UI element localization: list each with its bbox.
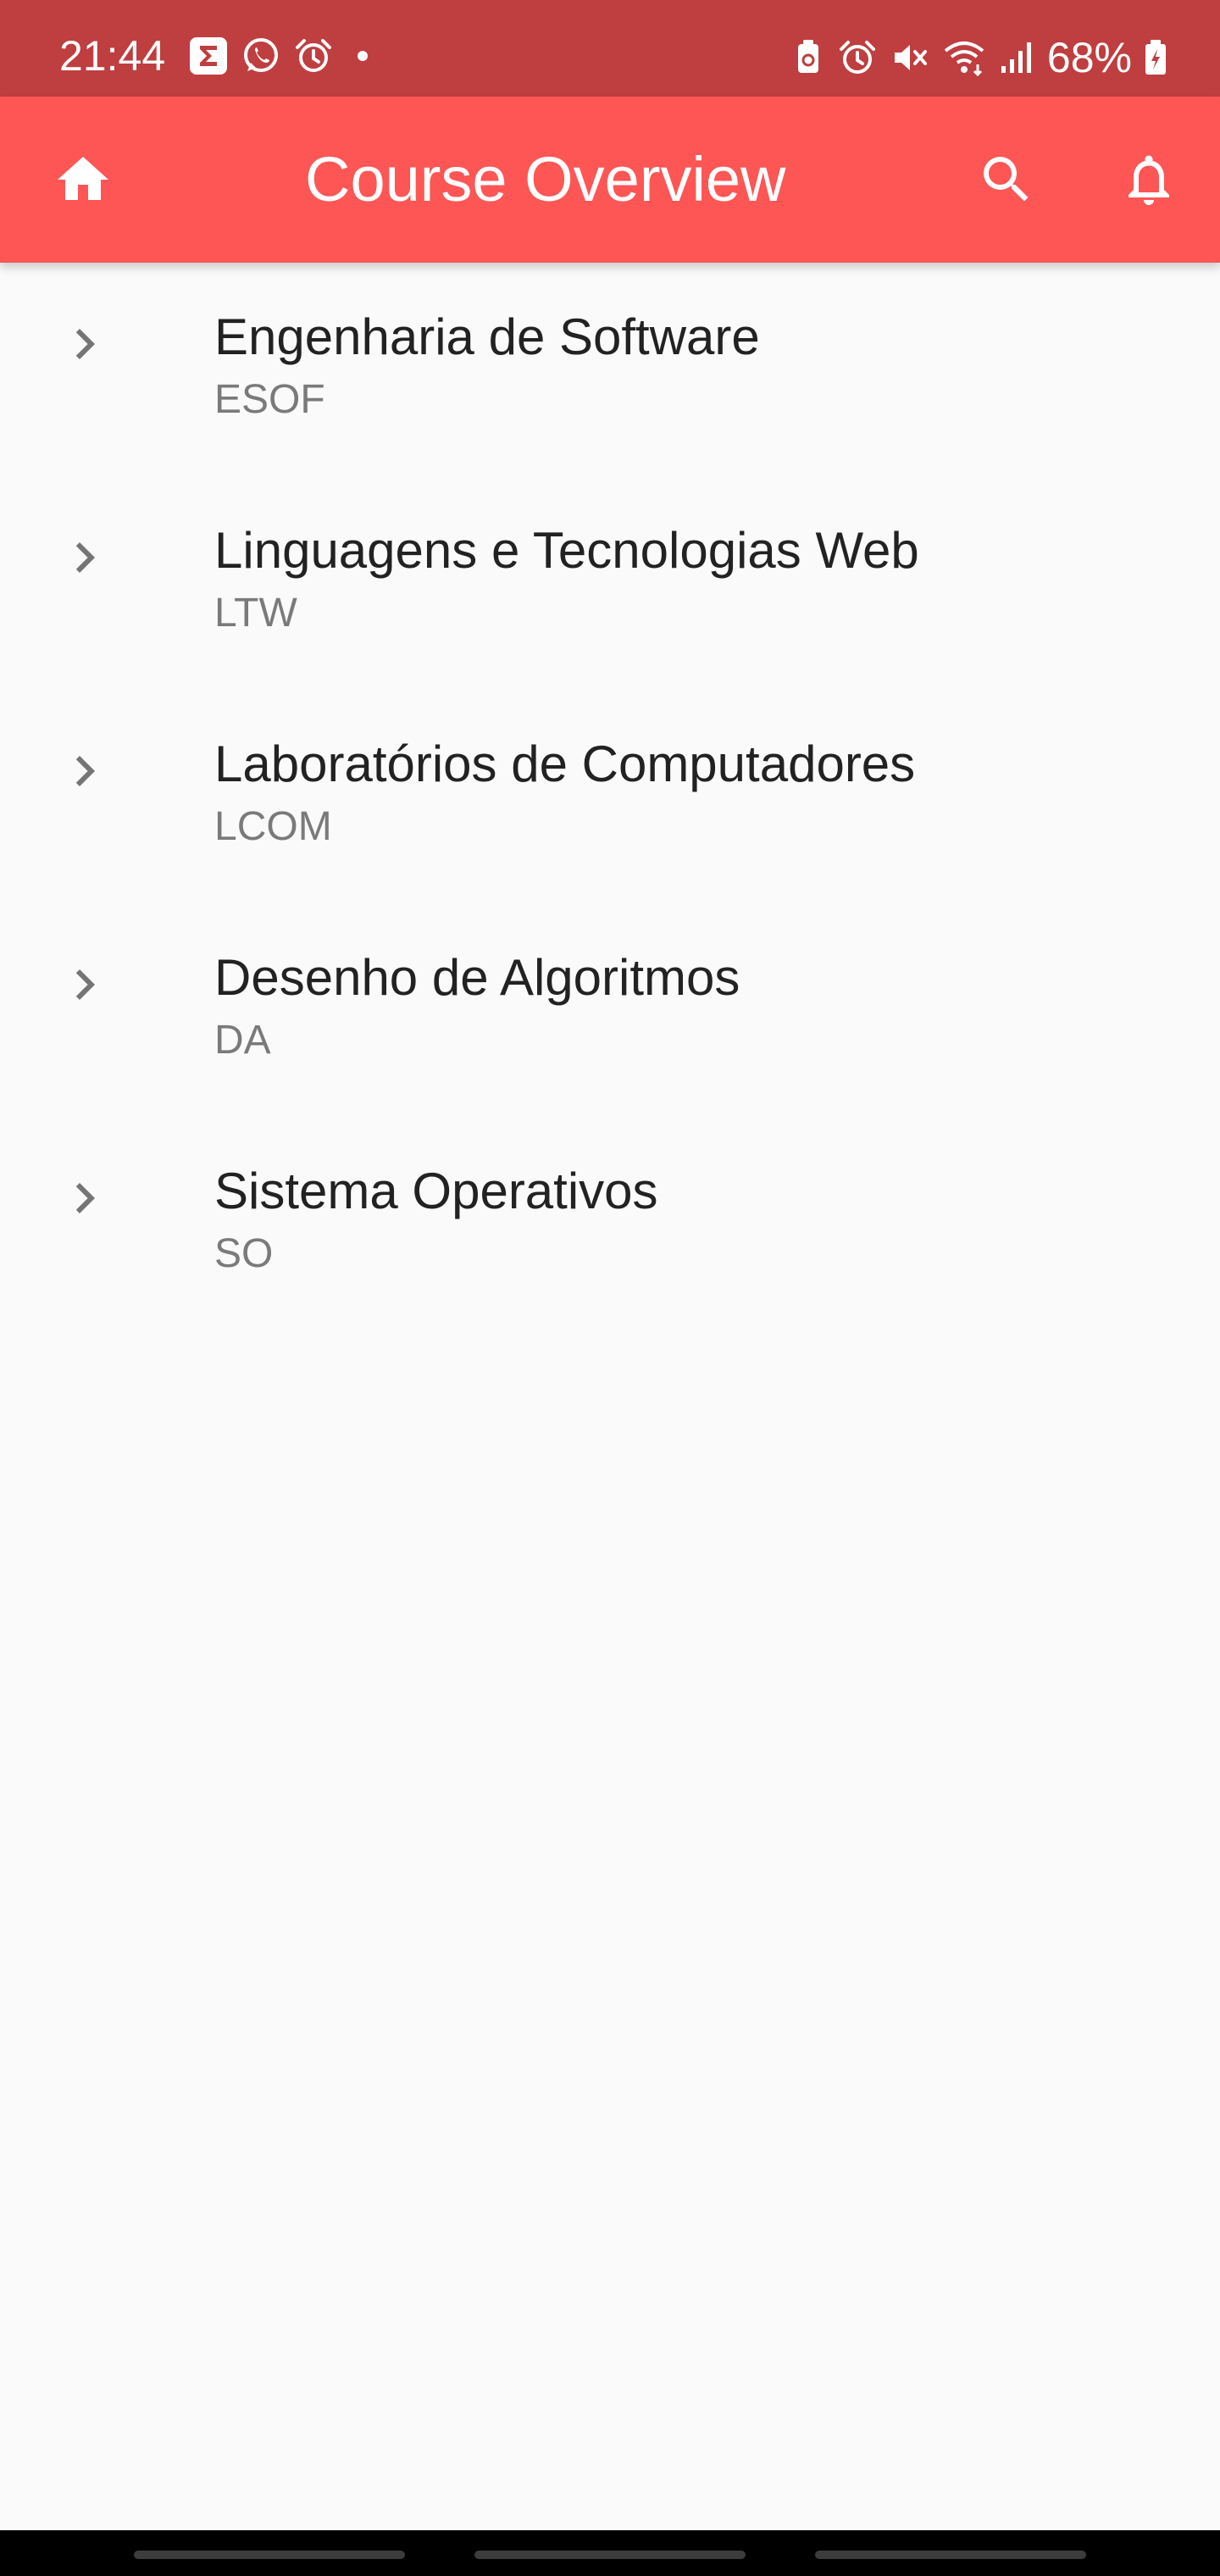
battery-charging-icon [1145, 40, 1166, 75]
dot-icon [358, 51, 368, 61]
course-item-ltw[interactable]: Linguagens e Tecnologias Web LTW [0, 476, 1220, 690]
course-name: Linguagens e Tecnologias Web [214, 522, 919, 579]
nav-home-handle[interactable] [474, 2551, 746, 2559]
course-name: Laboratórios de Computadores [214, 736, 916, 792]
nav-recents-handle[interactable] [134, 2551, 405, 2559]
chevron-right-icon[interactable] [54, 527, 115, 588]
course-name: Engenharia de Software [214, 308, 760, 365]
chevron-right-icon[interactable] [54, 1168, 115, 1229]
home-button[interactable] [42, 139, 124, 220]
alarm-icon [296, 39, 331, 72]
search-icon [984, 157, 1029, 202]
nav-back-handle[interactable] [815, 2551, 1086, 2559]
battery-saver-icon [797, 40, 818, 73]
status-time: 21:44 [59, 32, 166, 80]
signal-icon [1001, 42, 1031, 73]
status-right-icons: 68% [791, 32, 1167, 83]
course-code: LTW [214, 591, 297, 636]
course-name: Desenho de Algoritmos [214, 949, 740, 1006]
mute-icon [894, 45, 927, 70]
chevron-right-icon[interactable] [54, 741, 115, 802]
course-item-so[interactable]: Sistema Operativos SO [0, 1117, 1220, 1330]
search-button[interactable] [966, 139, 1047, 220]
home-icon [58, 157, 108, 200]
course-code: SO [214, 1231, 274, 1276]
course-list: Engenharia de Software ESOF Linguagens e… [0, 263, 1220, 1330]
app-bar: Course Overview [0, 97, 1220, 263]
sigma-app-icon [190, 37, 227, 75]
course-code: ESOF [214, 377, 325, 422]
course-item-da[interactable]: Desenho de Algoritmos DA [0, 903, 1220, 1117]
chevron-right-icon[interactable] [54, 954, 115, 1015]
alarm-icon [839, 41, 875, 74]
course-name: Sistema Operativos [214, 1163, 658, 1219]
course-item-esof[interactable]: Engenharia de Software ESOF [0, 263, 1220, 476]
system-navigation-bar [0, 2530, 1220, 2576]
course-code: DA [214, 1018, 271, 1063]
course-item-lcom[interactable]: Laboratórios de Computadores LCOM [0, 690, 1220, 903]
notifications-button[interactable] [1108, 139, 1190, 220]
wifi-icon [944, 42, 984, 77]
status-bar: 21:44 68% [0, 0, 1220, 97]
status-left-icons [188, 36, 380, 76]
page-title: Course Overview [305, 144, 786, 214]
bell-icon [1128, 155, 1169, 205]
whatsapp-icon [244, 38, 278, 72]
battery-percentage: 68% [1046, 34, 1132, 81]
course-code: LCOM [214, 804, 332, 849]
chevron-right-icon[interactable] [54, 314, 115, 375]
